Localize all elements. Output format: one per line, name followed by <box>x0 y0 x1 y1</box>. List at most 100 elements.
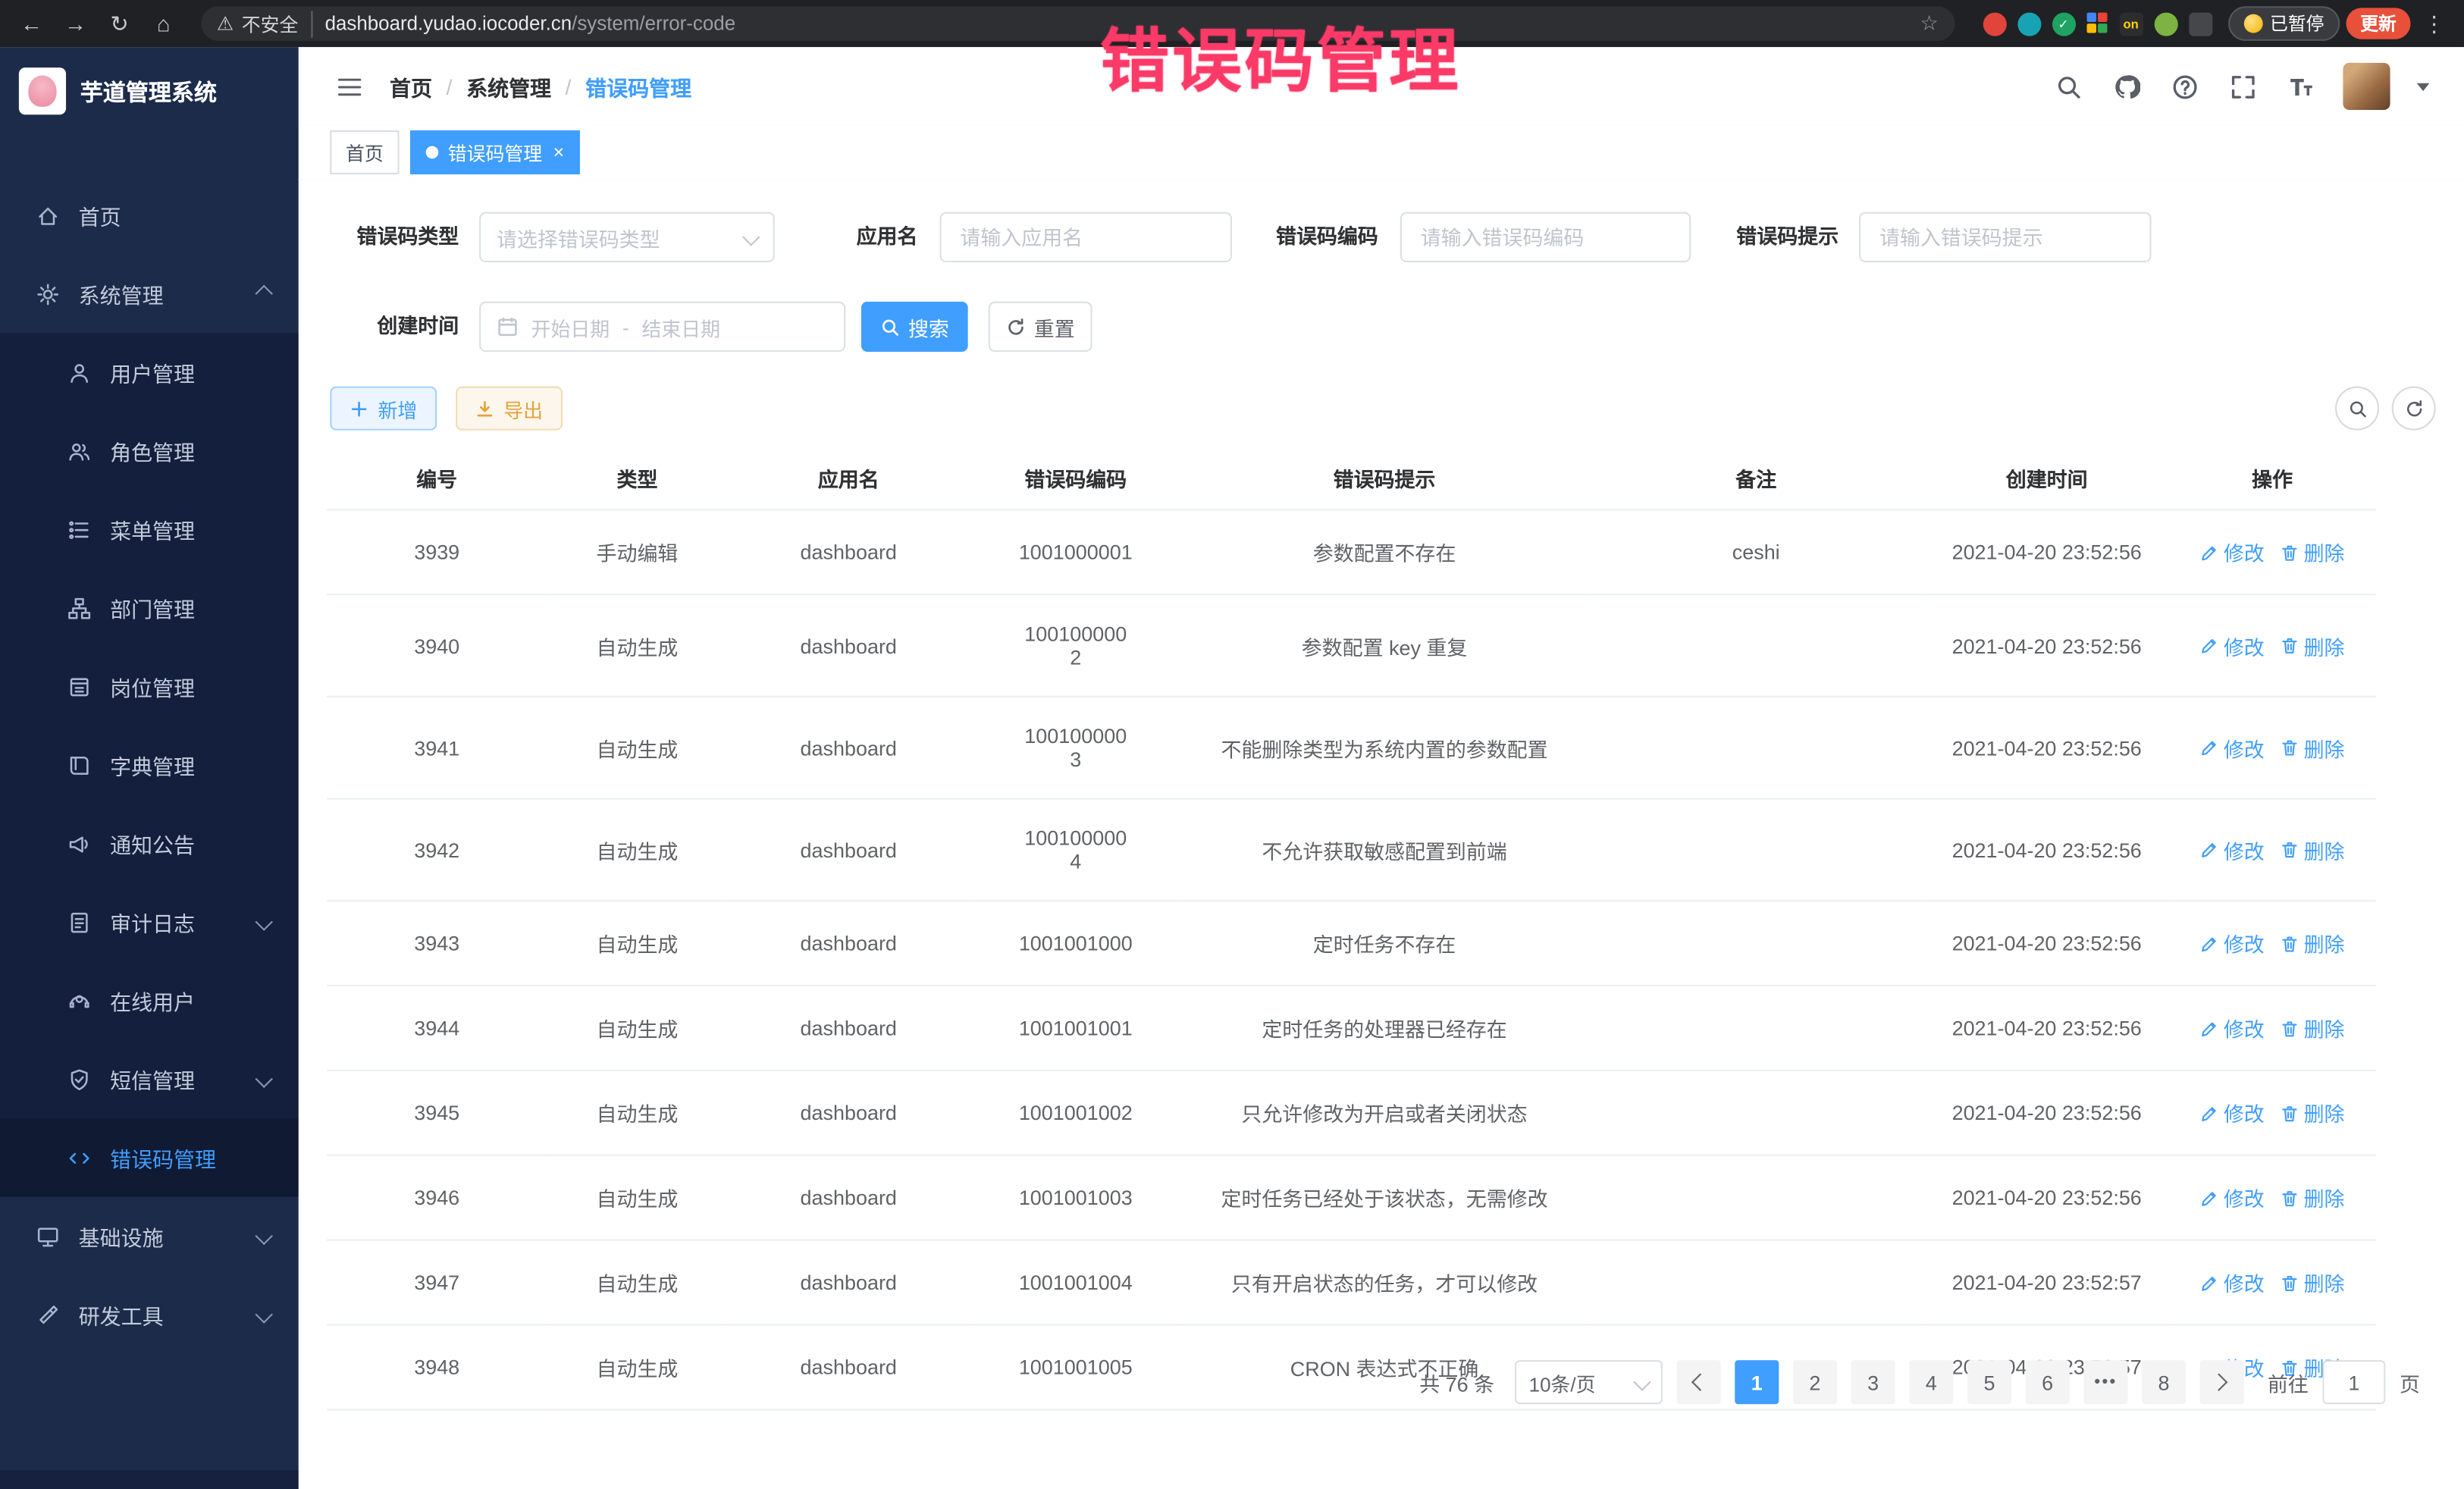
cell-hint: 参数配置 key 重复 <box>1182 594 1588 697</box>
error-code-input[interactable] <box>1400 212 1691 262</box>
refresh-table-button[interactable] <box>2392 387 2436 431</box>
edit-link[interactable]: 修改 <box>2200 928 2265 958</box>
sidebar-item-online-user[interactable]: 在线用户 <box>0 961 299 1040</box>
back-icon[interactable]: ← <box>13 5 51 42</box>
page-size-select[interactable]: 10条/页 <box>1515 1360 1663 1404</box>
sidebar-item-role[interactable]: 角色管理 <box>0 412 299 491</box>
edit-link[interactable]: 修改 <box>2200 1098 2265 1127</box>
update-button[interactable]: 更新 <box>2346 8 2411 39</box>
help-icon[interactable] <box>2168 71 2199 102</box>
page-button-6[interactable]: 6 <box>2026 1360 2070 1404</box>
sidebar-item-system[interactable]: 系统管理 <box>0 255 299 334</box>
tab-home[interactable]: 首页 <box>330 130 399 174</box>
next-page-button[interactable] <box>2200 1360 2244 1404</box>
sidebar-item-post[interactable]: 岗位管理 <box>0 647 299 726</box>
sidebar-item-notice[interactable]: 通知公告 <box>0 804 299 883</box>
fullscreen-icon[interactable] <box>2227 71 2258 102</box>
add-button[interactable]: 新增 <box>330 387 437 431</box>
error-hint-input[interactable] <box>1859 212 2152 262</box>
edit-link[interactable]: 修改 <box>2200 1183 2265 1212</box>
url-text[interactable]: dashboard.yudao.iocoder.cn/system/error-… <box>325 13 736 35</box>
app-name-input[interactable] <box>939 212 1232 262</box>
page-button-3[interactable]: 3 <box>1851 1360 1895 1404</box>
error-type-select[interactable]: 请选择错误码类型 <box>479 212 775 262</box>
search-icon[interactable] <box>2052 71 2083 102</box>
forward-icon[interactable]: → <box>57 5 95 42</box>
delete-link[interactable]: 删除 <box>2280 1013 2344 1042</box>
extension-on-icon[interactable]: on <box>2119 12 2143 36</box>
extension-red-icon[interactable] <box>1983 12 2006 36</box>
extension-teal-icon[interactable] <box>2017 12 2040 36</box>
sidebar-collapse-bar[interactable] <box>0 1470 299 1489</box>
date-range-picker[interactable]: 开始日期 - 结束日期 <box>479 302 845 352</box>
hamburger-icon[interactable] <box>333 71 364 102</box>
export-button[interactable]: 导出 <box>456 387 563 431</box>
trash-icon <box>2280 934 2299 953</box>
book-icon <box>66 751 92 778</box>
font-size-icon[interactable] <box>2285 71 2316 102</box>
user-avatar[interactable] <box>2343 63 2390 110</box>
page-button-2[interactable]: 2 <box>1793 1360 1837 1404</box>
breadcrumb-system[interactable]: 系统管理 <box>466 71 551 102</box>
home-icon[interactable]: ⌂ <box>145 5 183 42</box>
delete-link[interactable]: 删除 <box>2280 1268 2344 1297</box>
edit-link[interactable]: 修改 <box>2200 1268 2265 1297</box>
edit-link[interactable]: 修改 <box>2200 631 2265 660</box>
delete-link[interactable]: 删除 <box>2280 835 2344 864</box>
reset-button[interactable]: 重置 <box>989 302 1092 352</box>
breadcrumb-home[interactable]: 首页 <box>390 71 432 102</box>
sidebar-item-devtools[interactable]: 研发工具 <box>0 1275 299 1354</box>
sidebar-item-user[interactable]: 用户管理 <box>0 333 299 412</box>
edit-link[interactable]: 修改 <box>2200 732 2265 762</box>
page-button-1[interactable]: 1 <box>1735 1360 1779 1404</box>
sidebar-item-dict[interactable]: 字典管理 <box>0 726 299 804</box>
extension-grid-icon[interactable] <box>2086 13 2108 35</box>
puzzle-icon[interactable] <box>2188 12 2212 36</box>
browser-menu-icon[interactable]: ⋮ <box>2417 10 2452 36</box>
col-ops: 操作 <box>2168 447 2376 509</box>
app-logo[interactable]: 芋道管理系统 <box>0 47 299 135</box>
search-button[interactable]: 搜索 <box>861 302 968 352</box>
extension-green-check-icon[interactable]: ✓ <box>2052 12 2075 36</box>
breadcrumb-separator: / <box>447 74 453 98</box>
delete-link[interactable]: 删除 <box>2280 631 2344 660</box>
cell-time: 2021-04-20 23:52:56 <box>1925 986 2168 1071</box>
prev-page-button[interactable] <box>1677 1360 1721 1404</box>
edit-link[interactable]: 修改 <box>2200 1013 2265 1042</box>
sidebar-item-audit-log[interactable]: 审计日志 <box>0 882 299 961</box>
sidebar-item-error-code[interactable]: 错误码管理 <box>0 1118 299 1197</box>
page-button-5[interactable]: 5 <box>1967 1360 2011 1404</box>
edit-link[interactable]: 修改 <box>2200 538 2265 567</box>
show-search-button[interactable] <box>2335 387 2379 431</box>
sidebar-item-home[interactable]: 首页 <box>0 176 299 255</box>
tab-error-code[interactable]: 错误码管理 × <box>410 130 580 174</box>
address-bar[interactable]: ⚠ 不安全 dashboard.yudao.iocoder.cn/system/… <box>201 6 1954 41</box>
bookmark-star-icon[interactable]: ☆ <box>1920 11 1939 36</box>
delete-link[interactable]: 删除 <box>2280 928 2344 958</box>
page-more-button[interactable]: ••• <box>2083 1360 2127 1404</box>
sidebar-item-menu[interactable]: 菜单管理 <box>0 490 299 569</box>
sidebar-item-dept[interactable]: 部门管理 <box>0 569 299 647</box>
edit-link[interactable]: 修改 <box>2200 835 2265 864</box>
sidebar-item-infra[interactable]: 基础设施 <box>0 1197 299 1276</box>
delete-link[interactable]: 删除 <box>2280 1098 2344 1127</box>
delete-link[interactable]: 删除 <box>2280 1183 2344 1212</box>
paused-badge[interactable]: 已暂停 <box>2227 6 2340 41</box>
delete-link[interactable]: 删除 <box>2280 538 2344 567</box>
github-icon[interactable] <box>2111 71 2142 102</box>
reload-icon[interactable]: ↻ <box>101 5 139 42</box>
col-time: 创建时间 <box>1925 447 2168 509</box>
page-button-4[interactable]: 4 <box>1909 1360 1953 1404</box>
table-row: 3940自动生成dashboard100100000 2参数配置 key 重复2… <box>327 594 2376 697</box>
edit-icon <box>2200 738 2219 757</box>
chevron-down-icon[interactable] <box>2417 83 2430 90</box>
security-label[interactable]: 不安全 <box>242 10 312 36</box>
sidebar-item-sms[interactable]: 短信管理 <box>0 1039 299 1118</box>
extension-leaf-icon[interactable] <box>2154 12 2177 36</box>
cell-remark <box>1587 1155 1925 1240</box>
goto-page-input[interactable] <box>2322 1360 2385 1404</box>
pagination: 共 76 条 10条/页 123456•••8 前往 页 <box>299 1360 2464 1404</box>
close-icon[interactable]: × <box>553 143 565 162</box>
page-button-8[interactable]: 8 <box>2142 1360 2186 1404</box>
delete-link[interactable]: 删除 <box>2280 732 2344 762</box>
